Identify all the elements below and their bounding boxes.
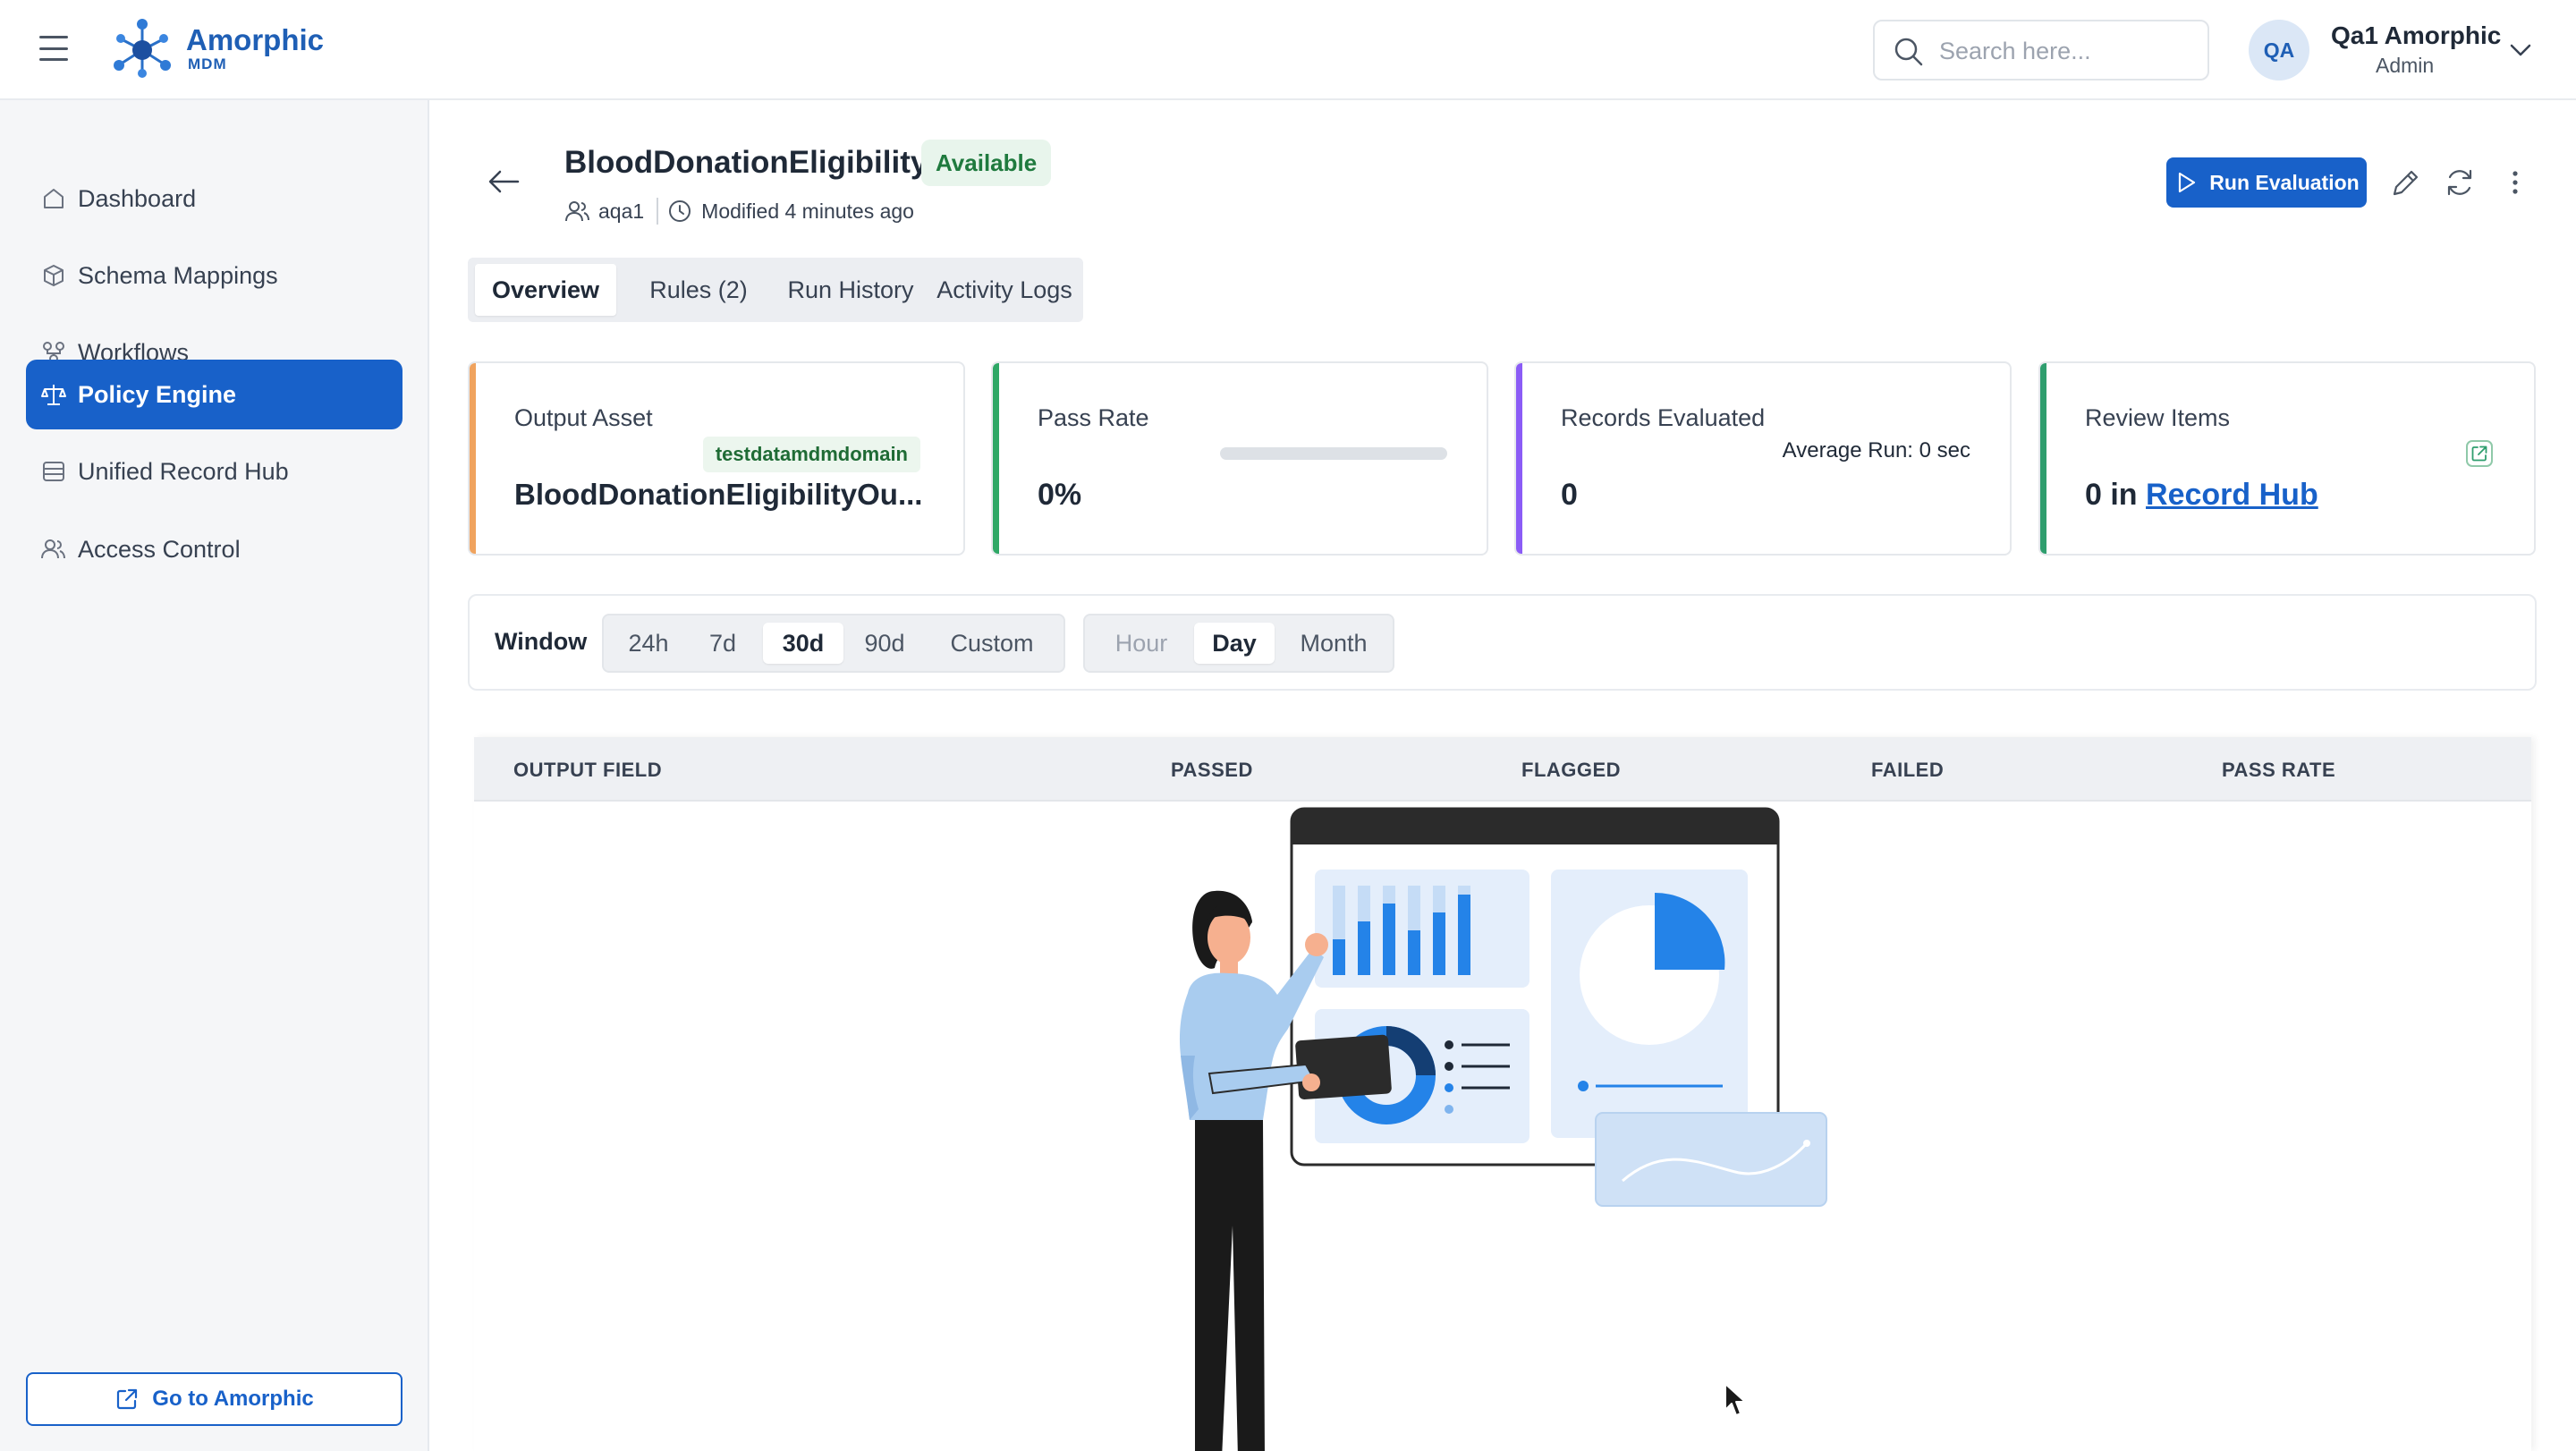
column-flagged[interactable]: FLAGGED xyxy=(1521,759,1621,782)
card-label: Pass Rate xyxy=(1038,404,1149,431)
review-items-count: 0 in xyxy=(2085,478,2138,512)
granularity-month[interactable]: Month xyxy=(1280,623,1387,664)
sidebar-item-label: Unified Record Hub xyxy=(78,457,289,485)
refresh-icon[interactable] xyxy=(2444,166,2476,199)
run-evaluation-label: Run Evaluation xyxy=(2209,170,2360,194)
go-to-amorphic-label: Go to Amorphic xyxy=(152,1387,314,1411)
tab-overview[interactable]: Overview xyxy=(475,264,616,316)
records-evaluated-value: 0 xyxy=(1561,478,1578,512)
user-role: Admin xyxy=(2376,54,2435,77)
window-label: Window xyxy=(495,628,588,655)
granularity-day[interactable]: Day xyxy=(1194,623,1275,664)
granularity-selector: Hour Day Month xyxy=(1083,614,1394,673)
sidebar-item-label: Policy Engine xyxy=(78,380,237,408)
card-label: Review Items xyxy=(2085,404,2231,431)
output-asset-card: Output Asset testdatamdmdomain BloodDona… xyxy=(468,361,965,556)
run-evaluation-button[interactable]: Run Evaluation xyxy=(2166,157,2367,208)
meta-divider xyxy=(657,198,659,225)
empty-state-illustration xyxy=(1179,807,1827,1451)
search-icon xyxy=(1894,38,1923,66)
column-output-field[interactable]: OUTPUT FIELD xyxy=(513,759,662,782)
granularity-hour[interactable]: Hour xyxy=(1092,623,1191,664)
average-run: Average Run: 0 sec xyxy=(1782,438,1970,462)
sidebar-item-access-control[interactable]: Access Control xyxy=(26,514,402,584)
review-items-value: 0 in Record Hub xyxy=(2085,478,2318,513)
card-accent xyxy=(993,363,999,554)
modified-time: Modified 4 minutes ago xyxy=(701,199,914,223)
chevron-down-icon[interactable] xyxy=(2506,36,2535,64)
go-to-amorphic-button[interactable]: Go to Amorphic xyxy=(26,1372,402,1426)
external-link-icon xyxy=(117,1388,138,1410)
card-accent xyxy=(2040,363,2046,554)
amorphic-logo xyxy=(114,19,171,78)
window-30d[interactable]: 30d xyxy=(763,623,843,664)
scale-icon xyxy=(41,385,66,405)
brand-subtitle: MDM xyxy=(188,55,227,72)
output-asset-name[interactable]: BloodDonationEligibilityOu... xyxy=(514,478,922,512)
tab-bar: Overview Rules (2) Run History Activity … xyxy=(468,258,1083,322)
sidebar-item-policy-engine[interactable]: Policy Engine xyxy=(26,360,402,429)
tab-activity-logs[interactable]: Activity Logs xyxy=(928,264,1081,316)
records-evaluated-card: Records Evaluated Average Run: 0 sec 0 xyxy=(1514,361,2012,556)
pass-rate-progress xyxy=(1220,447,1447,460)
review-items-card: Review Items 0 in Record Hub xyxy=(2038,361,2536,556)
page-meta: aqa1 Modified 4 minutes ago xyxy=(564,197,914,225)
card-label: Records Evaluated xyxy=(1561,404,1766,431)
clock-icon xyxy=(669,200,691,222)
back-arrow-icon[interactable] xyxy=(486,166,521,197)
filter-bar: Window 24h 7d 30d 90d Custom Hour Day Mo… xyxy=(468,594,2537,691)
sidebar: Dashboard Schema Mappings Workflows Poli… xyxy=(0,100,429,1451)
database-icon xyxy=(43,462,64,481)
cube-icon xyxy=(44,265,64,286)
users-icon xyxy=(41,539,65,559)
sidebar-item-schema-mappings[interactable]: Schema Mappings xyxy=(26,241,402,310)
search-input[interactable] xyxy=(1939,32,2199,70)
owner-name: aqa1 xyxy=(598,199,645,223)
sidebar-item-label: Schema Mappings xyxy=(78,261,278,289)
mouse-cursor-icon xyxy=(1724,1383,1746,1416)
menu-icon[interactable] xyxy=(39,36,68,61)
owner-icon xyxy=(565,201,589,222)
column-failed[interactable]: FAILED xyxy=(1871,759,1944,782)
pass-rate-value: 0% xyxy=(1038,478,1082,512)
search-box[interactable] xyxy=(1873,20,2209,81)
results-table: OUTPUT FIELD PASSED FLAGGED FAILED PASS … xyxy=(474,737,2531,1451)
external-link-icon[interactable] xyxy=(2464,438,2495,469)
user-avatar[interactable]: QA xyxy=(2249,20,2309,81)
user-name: Qa1 Amorphic xyxy=(2331,21,2502,49)
window-custom[interactable]: Custom xyxy=(928,623,1056,664)
card-label: Output Asset xyxy=(514,404,653,431)
brand-name: Amorphic xyxy=(186,23,325,56)
tab-rules[interactable]: Rules (2) xyxy=(623,264,774,316)
play-icon xyxy=(2179,172,2196,193)
domain-tag: testdatamdmdomain xyxy=(702,437,920,472)
record-hub-link[interactable]: Record Hub xyxy=(2146,478,2318,512)
sidebar-item-label: Access Control xyxy=(78,535,241,563)
column-passed[interactable]: PASSED xyxy=(1171,759,1253,782)
home-icon xyxy=(44,189,64,208)
card-accent xyxy=(470,363,476,554)
sidebar-item-label: Dashboard xyxy=(78,184,197,212)
more-options-icon[interactable] xyxy=(2499,166,2531,199)
sidebar-item-unified-record-hub[interactable]: Unified Record Hub xyxy=(26,437,402,506)
window-24h[interactable]: 24h xyxy=(611,623,686,664)
window-90d[interactable]: 90d xyxy=(847,623,922,664)
sidebar-item-dashboard[interactable]: Dashboard xyxy=(26,164,402,233)
window-7d[interactable]: 7d xyxy=(690,623,756,664)
pass-rate-card: Pass Rate 0% xyxy=(991,361,1488,556)
edit-icon[interactable] xyxy=(2390,166,2422,199)
page-title: BloodDonationEligibility xyxy=(564,145,928,180)
column-pass-rate[interactable]: PASS RATE xyxy=(2222,759,2335,782)
top-header: Amorphic MDM QA Qa1 Amorphic Admin xyxy=(0,0,2576,100)
table-header: OUTPUT FIELD PASSED FLAGGED FAILED PASS … xyxy=(474,737,2531,802)
window-selector: 24h 7d 30d 90d Custom xyxy=(602,614,1065,673)
card-accent xyxy=(1516,363,1522,554)
status-badge: Available xyxy=(921,140,1052,186)
tab-run-history[interactable]: Run History xyxy=(774,264,928,316)
